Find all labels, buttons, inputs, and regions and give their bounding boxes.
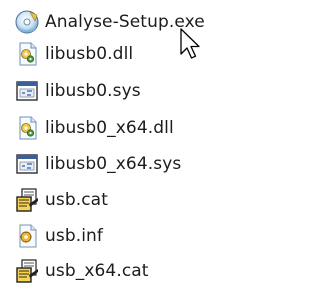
file-name: libusb0.sys bbox=[45, 81, 141, 101]
inf-icon bbox=[14, 223, 40, 249]
dll-icon bbox=[14, 115, 40, 141]
file-item-analyse-setup-exe[interactable]: Analyse-Setup.exe bbox=[14, 6, 262, 38]
file-item-usb-cat[interactable]: usb.cat bbox=[14, 184, 262, 216]
file-name: usb.cat bbox=[45, 190, 108, 210]
file-item-usb-x64-cat[interactable]: usb_x64.cat bbox=[14, 255, 262, 287]
file-list: Analyse-Setup.exe libusb0.dll libusb0.sy… bbox=[0, 0, 270, 290]
file-name: Analyse-Setup.exe bbox=[45, 12, 205, 32]
setup-exe-icon bbox=[14, 9, 40, 35]
file-name: libusb0_x64.dll bbox=[45, 118, 174, 138]
dll-icon bbox=[14, 41, 40, 67]
sys-icon bbox=[14, 78, 40, 104]
file-name: usb.inf bbox=[45, 226, 104, 246]
file-name: libusb0.dll bbox=[45, 44, 134, 64]
file-item-usb-inf[interactable]: usb.inf bbox=[14, 220, 262, 252]
security-catalog-icon bbox=[14, 187, 40, 213]
file-item-libusb0-sys[interactable]: libusb0.sys bbox=[14, 75, 262, 107]
file-name: usb_x64.cat bbox=[45, 261, 149, 281]
file-name: libusb0_x64.sys bbox=[45, 154, 182, 174]
file-item-libusb0-x64-sys[interactable]: libusb0_x64.sys bbox=[14, 148, 262, 180]
sys-icon bbox=[14, 151, 40, 177]
file-item-libusb0-dll[interactable]: libusb0.dll bbox=[14, 38, 262, 70]
security-catalog-icon bbox=[14, 258, 40, 284]
file-item-libusb0-x64-dll[interactable]: libusb0_x64.dll bbox=[14, 112, 262, 144]
